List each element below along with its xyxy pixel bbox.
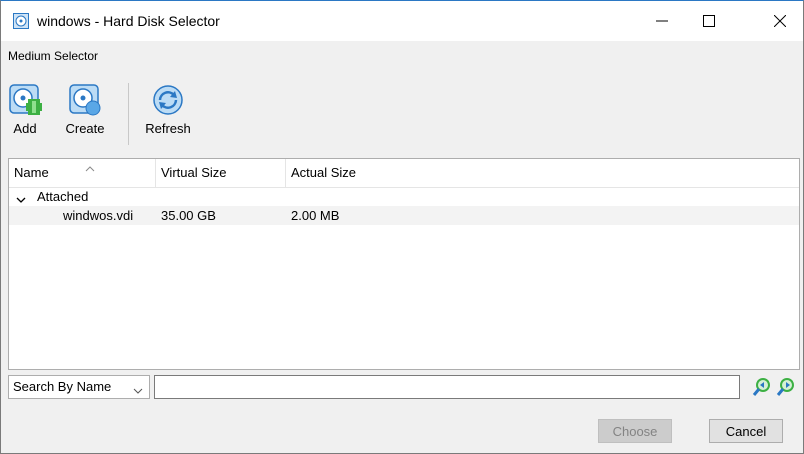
toolbar-separator	[128, 83, 129, 145]
add-button[interactable]: Add	[6, 83, 44, 136]
search-mode-select[interactable]: Search By Name	[8, 375, 150, 399]
minimize-button[interactable]	[639, 1, 685, 41]
hard-disk-selector-window: windows - Hard Disk Selector Medium Sele…	[0, 0, 804, 454]
toolbar: Add Create Refresh	[1, 75, 803, 151]
disk-add-icon	[6, 83, 44, 117]
search-previous-icon[interactable]	[752, 377, 772, 400]
column-header-name[interactable]: Name	[14, 165, 49, 180]
refresh-label: Refresh	[145, 121, 191, 136]
group-attached[interactable]: Attached	[9, 188, 799, 206]
maximize-button[interactable]	[686, 1, 732, 41]
row-name: windwos.vdi	[63, 208, 134, 223]
close-button[interactable]	[757, 1, 803, 41]
row-virtual-size: 35.00 GB	[161, 208, 216, 223]
table-row[interactable]: windwos.vdi 35.00 GB 2.00 MB	[9, 206, 799, 225]
group-label: Attached	[37, 189, 89, 204]
title-bar[interactable]: windows - Hard Disk Selector	[1, 1, 803, 41]
medium-selector-label: Medium Selector	[8, 49, 99, 63]
chevron-down-icon[interactable]	[16, 192, 26, 207]
chevron-down-icon	[133, 382, 143, 397]
search-bar: Search By Name	[8, 375, 798, 399]
disk-create-icon	[60, 83, 110, 117]
column-divider[interactable]	[285, 159, 286, 187]
add-label: Add	[13, 121, 37, 136]
list-header: Name Virtual Size Actual Size	[9, 159, 799, 188]
create-button[interactable]: Create	[60, 83, 110, 136]
create-label: Create	[65, 121, 105, 136]
column-header-actual-size[interactable]: Actual Size	[291, 165, 356, 180]
cancel-button[interactable]: Cancel	[709, 419, 783, 443]
window-title: windows - Hard Disk Selector	[37, 13, 220, 29]
column-header-virtual-size[interactable]: Virtual Size	[161, 165, 227, 180]
virtualbox-disk-icon	[13, 13, 29, 29]
disk-refresh-icon	[138, 83, 198, 117]
refresh-button[interactable]: Refresh	[138, 83, 198, 136]
choose-button[interactable]: Choose	[598, 419, 672, 443]
sort-ascending-icon	[85, 160, 95, 175]
row-actual-size: 2.00 MB	[291, 208, 340, 223]
medium-tree-list[interactable]: Name Virtual Size Actual Size Attached w…	[8, 158, 800, 370]
column-divider[interactable]	[155, 159, 156, 187]
search-mode-value: Search By Name	[13, 379, 112, 394]
search-next-icon[interactable]	[776, 377, 796, 400]
search-input[interactable]	[154, 375, 740, 399]
